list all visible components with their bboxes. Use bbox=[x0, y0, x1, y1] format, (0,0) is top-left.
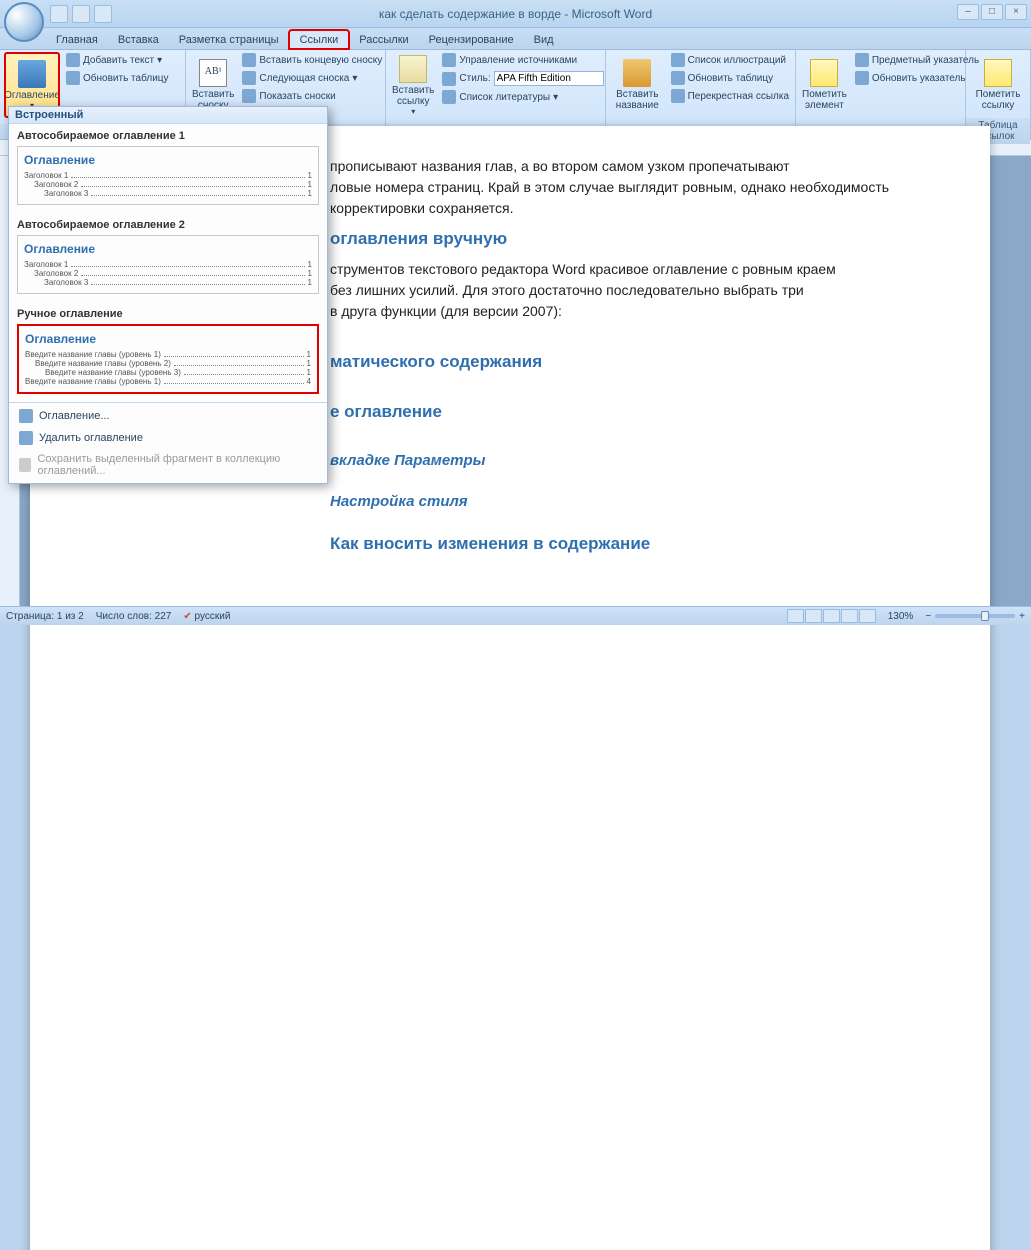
save-icon bbox=[19, 458, 31, 472]
zoom-out-button[interactable]: − bbox=[925, 611, 931, 622]
caption-icon bbox=[623, 59, 651, 87]
endnote-icon bbox=[242, 53, 256, 67]
tab-page-layout[interactable]: Разметка страницы bbox=[169, 31, 289, 49]
body-text: струментов текстового редактора Word кра… bbox=[330, 259, 930, 280]
proofing-icon: ✔ bbox=[183, 611, 191, 622]
office-button[interactable] bbox=[4, 2, 44, 42]
index-icon bbox=[855, 53, 869, 67]
insert-caption-button[interactable]: Вставить название bbox=[610, 52, 665, 118]
tab-references[interactable]: Ссылки bbox=[289, 30, 350, 49]
zoom-level[interactable]: 130% bbox=[888, 611, 914, 622]
gallery-item-auto1[interactable]: Оглавление Заголовок 11 Заголовок 21 Заг… bbox=[17, 146, 319, 205]
heading: оглавления вручную bbox=[330, 229, 930, 249]
show-icon bbox=[242, 89, 256, 103]
fullscreen-view-button[interactable] bbox=[805, 609, 822, 623]
cross-reference-button[interactable]: Перекрестная ссылка bbox=[669, 88, 791, 104]
heading: е оглавление bbox=[330, 402, 930, 422]
body-text: ловые номера страниц. Край в этом случае… bbox=[330, 177, 930, 198]
gallery-item-auto1-title[interactable]: Автособираемое оглавление 1 bbox=[9, 124, 327, 144]
next-icon bbox=[242, 71, 256, 85]
print-layout-view-button[interactable] bbox=[787, 609, 804, 623]
plus-icon bbox=[66, 53, 80, 67]
style-icon bbox=[442, 72, 456, 86]
insert-endnote-button[interactable]: Вставить концевую сноску bbox=[240, 52, 384, 68]
book-icon bbox=[19, 409, 33, 423]
status-bar: Страница: 1 из 2 Число слов: 227 ✔ русск… bbox=[0, 606, 1031, 625]
quick-access-toolbar bbox=[50, 5, 112, 23]
close-button[interactable]: × bbox=[1005, 4, 1027, 20]
gallery-save-selection: Сохранить выделенный фрагмент в коллекци… bbox=[9, 449, 327, 481]
insert-index-button[interactable]: Предметный указатель bbox=[853, 52, 981, 68]
tab-mailings[interactable]: Рассылки bbox=[349, 31, 418, 49]
tab-home[interactable]: Главная bbox=[46, 31, 108, 49]
heading: Как вносить изменения в содержание bbox=[330, 534, 930, 554]
redo-icon[interactable] bbox=[94, 5, 112, 23]
view-buttons bbox=[787, 609, 876, 623]
mark-entry-button[interactable]: Пометить элемент bbox=[800, 52, 849, 118]
status-page[interactable]: Страница: 1 из 2 bbox=[6, 611, 84, 622]
book-icon bbox=[18, 60, 46, 88]
status-word-count[interactable]: Число слов: 227 bbox=[96, 611, 172, 622]
mark-citation-button[interactable]: Пометить ссылку bbox=[970, 52, 1026, 118]
body-text: в друга функции (для версии 2007): bbox=[330, 301, 930, 322]
undo-icon[interactable] bbox=[72, 5, 90, 23]
title-bar: как сделать содержание в ворде - Microso… bbox=[0, 0, 1031, 28]
mark-icon bbox=[810, 59, 838, 87]
crossref-icon bbox=[671, 89, 685, 103]
figures-icon bbox=[671, 53, 685, 67]
table-of-figures-button[interactable]: Список иллюстраций bbox=[669, 52, 791, 68]
subheading: вкладке Параметры bbox=[330, 452, 930, 469]
outline-view-button[interactable] bbox=[841, 609, 858, 623]
gallery-item-manual[interactable]: Оглавление Введите название главы (урове… bbox=[17, 324, 319, 394]
zoom-slider[interactable] bbox=[935, 614, 1015, 618]
update-index-button[interactable]: Обновить указатель bbox=[853, 70, 981, 86]
maximize-button[interactable]: □ bbox=[981, 4, 1003, 20]
gallery-remove-toc[interactable]: Удалить оглавление bbox=[9, 427, 327, 449]
show-notes-button[interactable]: Показать сноски bbox=[240, 88, 384, 104]
style-select[interactable] bbox=[494, 71, 604, 86]
sources-icon bbox=[442, 53, 456, 67]
update-figures-button[interactable]: Обновить таблицу bbox=[669, 70, 791, 86]
ribbon-tabs: Главная Вставка Разметка страницы Ссылки… bbox=[0, 28, 1031, 50]
body-text: без лишних усилий. Для этого достаточно … bbox=[330, 280, 930, 301]
body-text: прописывают названия глав, а во втором с… bbox=[330, 156, 930, 177]
draft-view-button[interactable] bbox=[859, 609, 876, 623]
update-table-button[interactable]: Обновить таблицу bbox=[64, 70, 171, 86]
heading: матического содержания bbox=[330, 352, 930, 372]
save-icon[interactable] bbox=[50, 5, 68, 23]
gallery-item-manual-title[interactable]: Ручное оглавление bbox=[9, 302, 327, 322]
subheading: Настройка стиля bbox=[330, 493, 930, 510]
add-text-button[interactable]: Добавить текст ▾ bbox=[64, 52, 171, 68]
insert-citation-button[interactable]: Вставить ссылку ▾ bbox=[390, 52, 436, 118]
next-footnote-button[interactable]: Следующая сноска ▾ bbox=[240, 70, 384, 86]
gallery-item-auto2[interactable]: Оглавление Заголовок 11 Заголовок 21 Заг… bbox=[17, 235, 319, 294]
gallery-header: Встроенный bbox=[9, 107, 327, 124]
body-text: корректировки сохраняется. bbox=[330, 198, 930, 219]
gallery-item-auto2-title[interactable]: Автособираемое оглавление 2 bbox=[9, 213, 327, 233]
biblio-icon bbox=[442, 90, 456, 104]
refresh-icon bbox=[855, 71, 869, 85]
tab-insert[interactable]: Вставка bbox=[108, 31, 169, 49]
refresh-icon bbox=[66, 71, 80, 85]
manage-sources-button[interactable]: Управление источниками bbox=[440, 52, 605, 68]
window-title: как сделать содержание в ворде - Microso… bbox=[379, 7, 652, 21]
bibliography-button[interactable]: Список литературы ▾ bbox=[440, 89, 605, 105]
zoom-slider-thumb[interactable] bbox=[981, 611, 989, 621]
citation-icon bbox=[399, 55, 427, 83]
status-language[interactable]: ✔ русский bbox=[183, 611, 230, 622]
delete-icon bbox=[19, 431, 33, 445]
toc-button-label: Оглавление bbox=[4, 90, 60, 101]
tab-review[interactable]: Рецензирование bbox=[419, 31, 524, 49]
web-layout-view-button[interactable] bbox=[823, 609, 840, 623]
tab-view[interactable]: Вид bbox=[524, 31, 564, 49]
mark-icon bbox=[984, 59, 1012, 87]
footnote-icon: AB¹ bbox=[199, 59, 227, 87]
gallery-insert-toc[interactable]: Оглавление... bbox=[9, 405, 327, 427]
zoom-in-button[interactable]: + bbox=[1019, 611, 1025, 622]
minimize-button[interactable]: – bbox=[957, 4, 979, 20]
style-selector[interactable]: Стиль: bbox=[440, 70, 605, 87]
toc-gallery: Встроенный Автособираемое оглавление 1 О… bbox=[8, 106, 328, 484]
refresh-icon bbox=[671, 71, 685, 85]
